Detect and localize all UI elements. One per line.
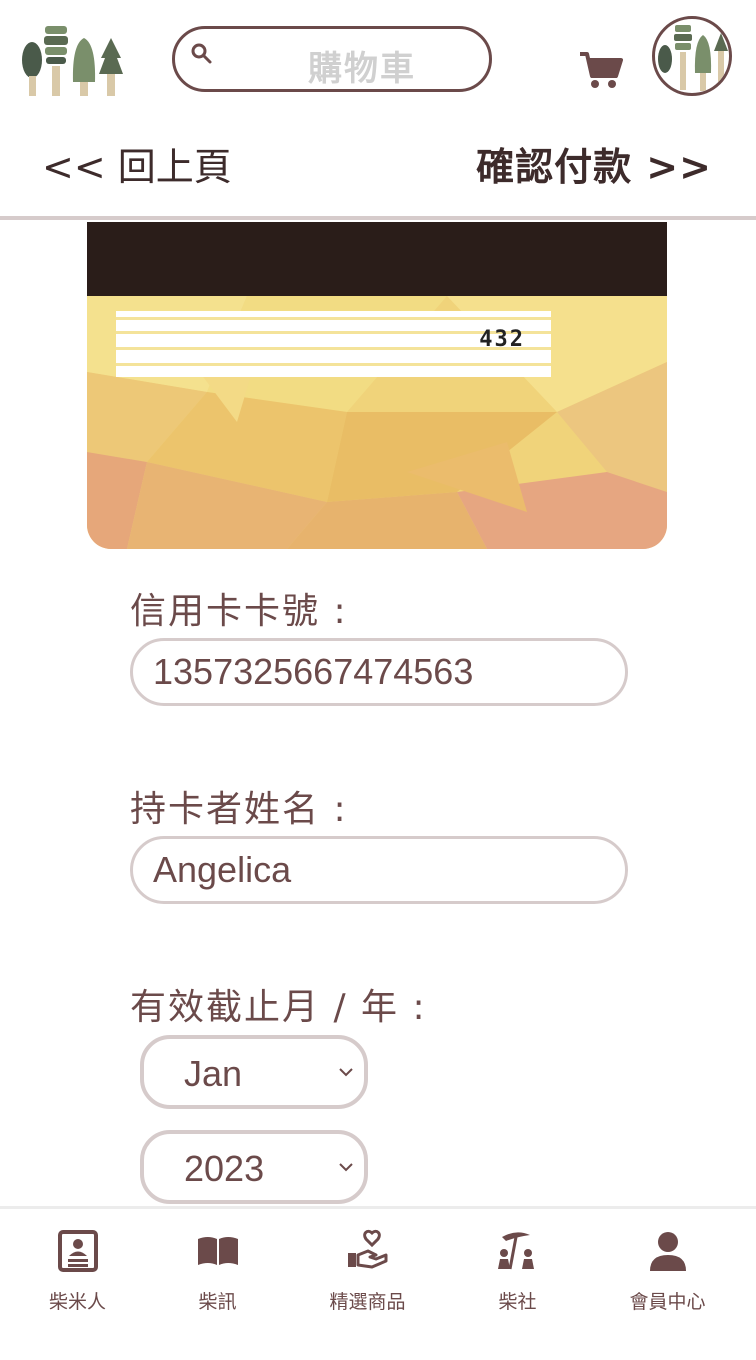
expiry-month-select[interactable]: Jan: [140, 1035, 368, 1109]
bottom-nav-item-member[interactable]: 會員中心: [592, 1209, 743, 1329]
bottom-nav-label: 會員中心: [629, 1291, 706, 1313]
expiry-year-value: 2023: [184, 1148, 265, 1189]
bottom-nav-item-products[interactable]: 精選商品: [292, 1209, 443, 1329]
top-bar: 購物車: [0, 0, 756, 110]
bottom-nav-label: 柴訊: [198, 1291, 237, 1313]
bottom-nav-item-profile[interactable]: 柴米人: [2, 1209, 153, 1329]
bottom-nav: 柴米人 柴訊 精選商品 柴社 會員中心: [0, 1206, 756, 1360]
bottom-nav-item-news[interactable]: 柴訊: [142, 1209, 293, 1329]
chevron-down-icon: [339, 1068, 353, 1077]
search-placeholder: 購物車: [308, 49, 416, 89]
expiry-month-value: Jan: [184, 1053, 243, 1094]
back-button[interactable]: << 回上頁: [42, 136, 232, 191]
card-number-label: 信用卡卡號 :: [130, 591, 348, 632]
expiry-year-select[interactable]: 2023: [140, 1130, 368, 1204]
checkout-nav: << 回上頁 確認付款 >>: [0, 110, 756, 220]
magnetic-stripe: [87, 222, 667, 296]
cvv-code: 432: [479, 327, 525, 352]
bottom-nav-label: 柴米人: [48, 1291, 106, 1313]
book-icon: [197, 1237, 238, 1265]
bottom-nav-label: 精選商品: [329, 1291, 406, 1313]
expiry-label: 有效截止月 / 年 :: [130, 987, 427, 1028]
card-number-input[interactable]: 1357325667474563: [130, 638, 628, 706]
avatar[interactable]: [652, 16, 732, 96]
tree-logo-icon[interactable]: [18, 22, 128, 100]
hand-heart-icon: [347, 1229, 387, 1269]
search-bar[interactable]: 購物車: [172, 26, 492, 92]
chevron-down-icon: [339, 1163, 353, 1172]
signature-panel: 432: [116, 311, 551, 377]
bottom-nav-label: 柴社: [498, 1291, 537, 1313]
holder-name-label: 持卡者姓名 :: [130, 789, 348, 830]
tree-avatar-icon: [658, 25, 728, 91]
credit-card-back: 432: [87, 222, 667, 549]
person-icon: [649, 1232, 686, 1271]
confirm-payment-button[interactable]: 確認付款 >>: [476, 136, 712, 191]
cart-icon[interactable]: [578, 50, 624, 90]
holder-name-input[interactable]: Angelica: [130, 836, 628, 904]
profile-card-icon: [57, 1230, 98, 1272]
community-icon: [497, 1232, 534, 1270]
bottom-nav-item-community[interactable]: 柴社: [442, 1209, 593, 1329]
